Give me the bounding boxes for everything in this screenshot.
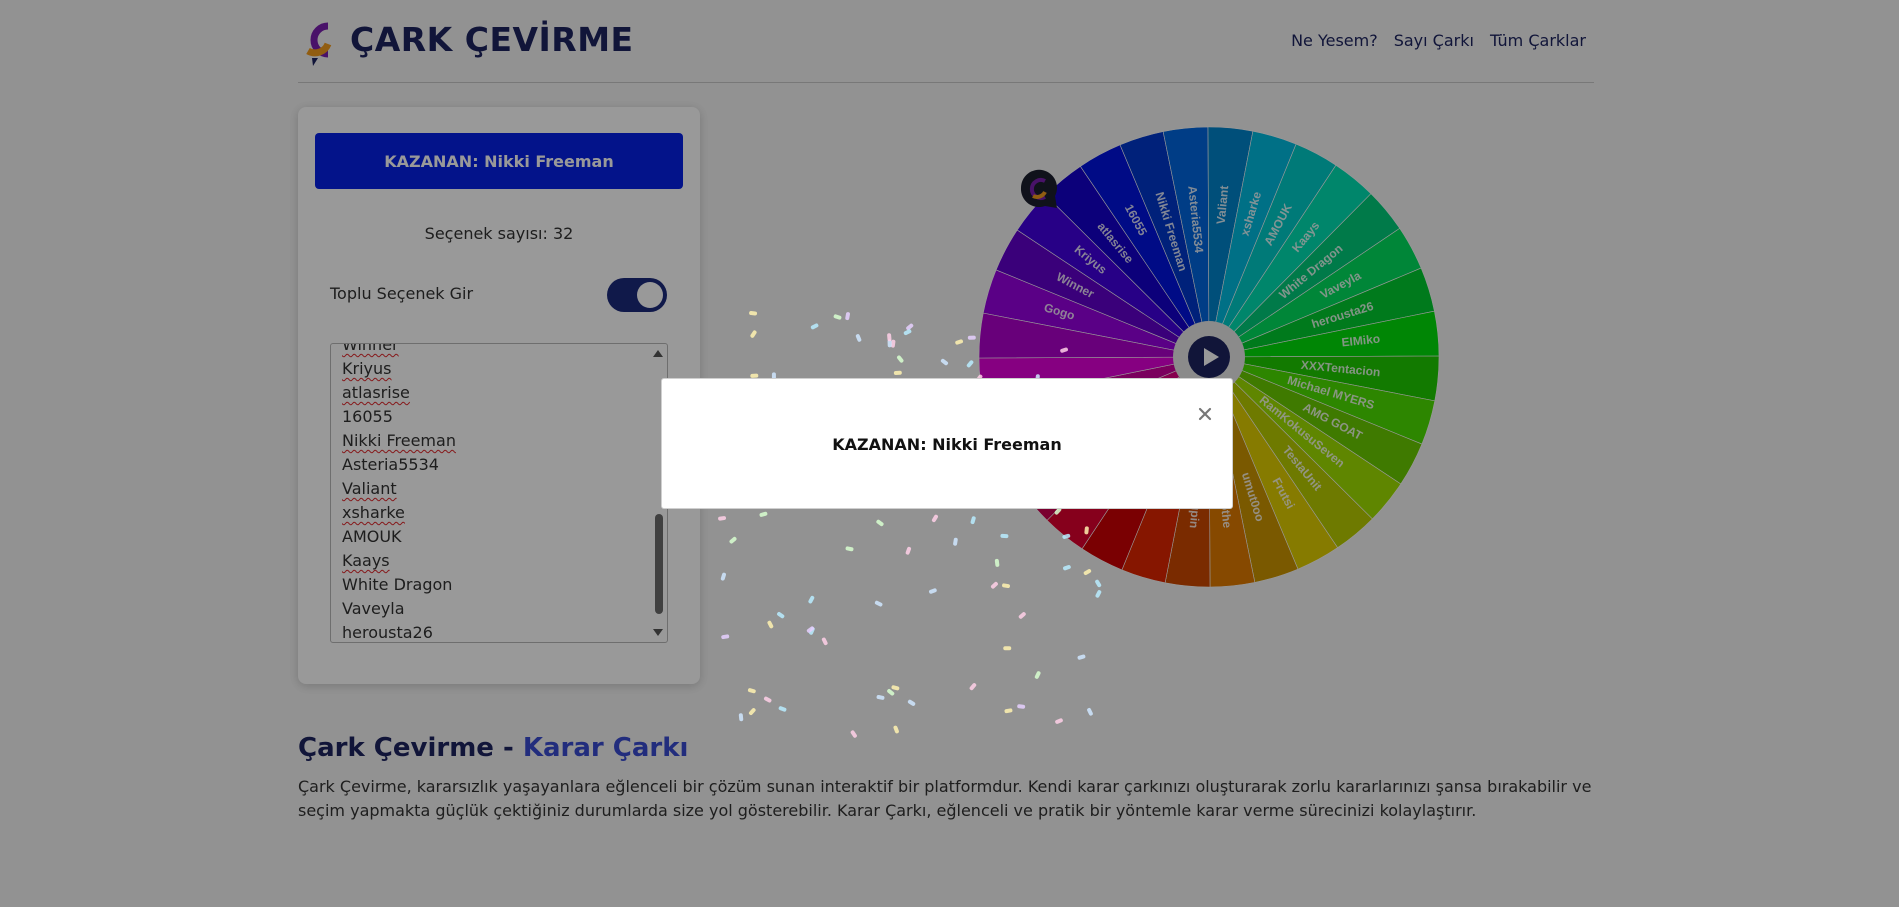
winner-modal: KAZANAN: Nikki Freeman bbox=[661, 378, 1233, 509]
modal-title: KAZANAN: Nikki Freeman bbox=[832, 435, 1062, 454]
close-icon[interactable] bbox=[1198, 407, 1212, 421]
